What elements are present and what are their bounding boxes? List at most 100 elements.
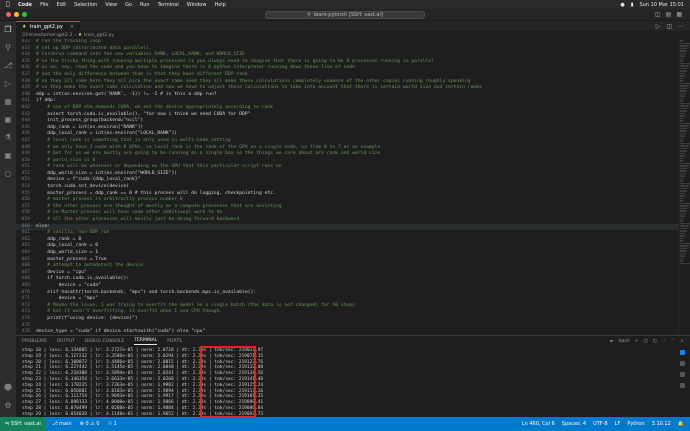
menu-app[interactable]: Code <box>18 2 32 8</box>
breadcrumb-file[interactable]: train_gpt2.py <box>84 33 114 38</box>
code-line[interactable]: 468 if torch.cuda.is_available(): <box>16 276 678 283</box>
tab-output[interactable]: OUTPUT <box>57 339 75 344</box>
run-debug-icon[interactable]: ▷ <box>3 79 13 89</box>
code-line[interactable]: 446 ddp_local_rank = int(os.environ["LOC… <box>16 131 678 138</box>
docker-icon[interactable]: ▣ <box>3 151 13 161</box>
code-line[interactable]: 447 # local rank is something that is on… <box>16 138 678 145</box>
source-control-icon[interactable]: ⎇ <box>3 61 13 71</box>
code-line[interactable]: 471 device = "mps" <box>16 296 678 303</box>
tab-problems[interactable]: PROBLEMS <box>22 339 47 344</box>
wifi-icon[interactable]: ● <box>620 2 624 8</box>
terminal-instance-icon[interactable] <box>679 350 685 355</box>
explorer-icon[interactable]: ❐ <box>3 25 13 35</box>
line-code: # local rank is something that is only u… <box>36 137 231 143</box>
terminal-instance-icon[interactable] <box>679 383 685 388</box>
code-line[interactable]: 456 # master process is arbitrarily proc… <box>16 197 678 204</box>
close-tab-icon[interactable]: × <box>70 24 74 30</box>
menu-selection[interactable]: Selection <box>74 2 97 8</box>
split-terminal-icon[interactable]: ◫ <box>643 339 647 344</box>
code-line[interactable]: 442 # use of DDP atm demands CUDA, we se… <box>16 105 678 112</box>
menu-go[interactable]: Go <box>125 2 132 8</box>
code-line[interactable]: 440 ddp = int(os.environ.get('RANK', -1))… <box>16 92 678 99</box>
maximize-panel-icon[interactable]: ⌃ <box>671 339 675 344</box>
code-line[interactable]: 437 # and the only difference between the… <box>16 72 678 79</box>
code-line[interactable]: 473 # but it wasn't overfitting. it over… <box>16 309 678 316</box>
indentation[interactable]: Spaces: 4 <box>562 421 586 427</box>
menu-help[interactable]: Help <box>214 2 225 8</box>
account-icon[interactable]: ☻ <box>3 383 13 393</box>
encoding[interactable]: UTF-8 <box>593 421 608 427</box>
menu-file[interactable]: File <box>40 2 48 8</box>
code-line[interactable]: 449 # but for us we are mostly are going… <box>16 151 678 158</box>
jupyter-icon[interactable]: ○ <box>3 169 13 179</box>
minimap-line <box>680 230 687 232</box>
code-line[interactable]: 461 # vanilla, non-DDP run <box>16 230 678 237</box>
terminal-instance-icon[interactable] <box>679 361 685 366</box>
split-editor-icon[interactable]: ◫ <box>666 23 672 30</box>
command-center[interactable]: ⚲ learn-pytorch [SSH: vast.ai] <box>265 11 425 19</box>
branch-indicator[interactable]: ⎇ main <box>52 421 72 427</box>
tab-train-gpt2[interactable]: ♦ train_gpt2.py × <box>16 21 81 31</box>
problems-indicator[interactable]: ⊗ 0 ⚠ 0 <box>80 421 100 427</box>
apple-icon[interactable]:  <box>6 1 12 8</box>
code-line[interactable]: 466 # attempt to autodetect the device <box>16 263 678 270</box>
extensions-icon[interactable]: ▦ <box>3 97 13 107</box>
battery-icon[interactable]: ▮ <box>631 2 634 8</box>
manage-gear-icon[interactable]: ⚙ <box>3 401 13 411</box>
eol[interactable]: LF <box>615 421 621 427</box>
tab-terminal[interactable]: TERMINAL <box>134 338 158 345</box>
more-actions-icon[interactable]: ⋯ <box>678 23 684 30</box>
menu-edit[interactable]: Edit <box>56 2 66 8</box>
clock[interactable]: Sun 10 Mar 15:01 <box>640 2 685 8</box>
line-number: 468 <box>21 276 30 282</box>
more-actions-icon[interactable]: ⋯ <box>662 339 667 344</box>
language-mode[interactable]: Python <box>627 421 644 427</box>
code-line[interactable]: 459 # all the other processes will mostl… <box>16 217 678 224</box>
add-terminal-icon[interactable]: + <box>635 339 639 344</box>
code-line[interactable]: 464 ddp_world_size = 1 <box>16 250 678 257</box>
code-line[interactable]: 463 ddp_local_rank = 0 <box>16 243 678 250</box>
minimap-line <box>680 175 685 177</box>
tab-ports[interactable]: PORTS <box>167 339 182 344</box>
menu-terminal[interactable]: Terminal <box>158 2 179 8</box>
python-interpreter[interactable]: 3.10.12 <box>652 421 671 427</box>
code-line[interactable]: 454 torch.cuda.set_device(device) <box>16 184 678 191</box>
minimize-window-button[interactable] <box>14 12 19 17</box>
breadcrumb-folder[interactable]: 03-transformer-gpt2-3 <box>22 33 72 38</box>
toggle-sidebar-icon[interactable]: ◫ <box>655 11 661 18</box>
tab-debug-console[interactable]: DEBUG CONSOLE <box>85 339 124 344</box>
remote-indicator[interactable]: ⇋ SSH: vast.ai <box>0 417 46 431</box>
code-line[interactable]: 474 print(f"using device: {device}") <box>16 316 678 323</box>
customize-layout-icon[interactable]: ▦ <box>676 11 682 18</box>
notifications-bell-icon[interactable]: 🔔 <box>678 421 684 427</box>
terminal-instance-icon[interactable] <box>679 372 685 377</box>
testing-icon[interactable]: ⚗ <box>3 133 13 143</box>
ports-indicator[interactable]: ☉ 1 <box>107 421 116 427</box>
cursor-position[interactable]: Ln 460, Col 6 <box>522 421 555 427</box>
code-line[interactable]: 451 # rank will be whatever or depending… <box>16 164 678 171</box>
close-panel-icon[interactable]: × <box>680 339 684 344</box>
minimap[interactable] <box>678 39 690 335</box>
remote-explorer-icon[interactable]: ▣ <box>3 115 13 125</box>
code-line[interactable]: 436 # as we, say, read the code and you h… <box>16 65 678 72</box>
code-line[interactable]: 469 device = "cuda" <box>16 283 678 290</box>
code-editor[interactable]: 432 # run the training loop 433 # set up DD… <box>16 39 678 335</box>
shell-label[interactable]: bash <box>619 339 630 344</box>
zoom-window-button[interactable] <box>22 12 27 17</box>
code-line[interactable]: 470 elif hasattr(torch.backends, "mps") … <box>16 290 678 297</box>
menu-run[interactable]: Run <box>140 2 150 8</box>
search-icon[interactable]: ⚲ <box>3 43 13 53</box>
toggle-panel-icon[interactable]: ▤ <box>666 11 672 18</box>
code-line[interactable]: 462 ddp_rank = 0 <box>16 237 678 244</box>
run-python-icon[interactable]: ▷ <box>656 23 661 30</box>
trash-icon[interactable]: ◫ <box>653 339 657 344</box>
code-line[interactable]: 434 # torchrun command sets the env varia… <box>16 52 678 59</box>
code-line[interactable]: 432 # run the training loop <box>16 39 678 46</box>
code-line[interactable]: 444 init_process_group(backend="nccl") <box>16 118 678 125</box>
menu-view[interactable]: View <box>105 2 117 8</box>
code-line[interactable]: 460 else: <box>16 223 678 231</box>
code-line[interactable]: 439 # so they make the exact same calcula… <box>16 85 678 92</box>
close-window-button[interactable] <box>6 12 11 17</box>
code-line[interactable]: 441 if ddp: <box>16 98 678 105</box>
menu-window[interactable]: Window <box>187 2 207 8</box>
